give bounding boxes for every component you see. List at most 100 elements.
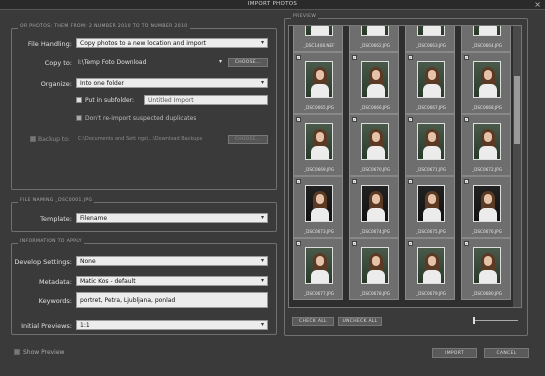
cancel-button[interactable]: CANCEL (484, 348, 529, 358)
choose-backup-button[interactable]: CHOOSE... (228, 135, 268, 144)
thumbnail-cell[interactable]: ✓ _DSC0668.JPG (461, 52, 511, 114)
close-icon[interactable]: × (534, 0, 541, 9)
thumbnail-cell[interactable]: _DSC1408.NEF (293, 26, 343, 52)
information-panel-title: INFORMATION TO APPLY (18, 239, 84, 244)
template-select[interactable]: Filename (76, 213, 268, 223)
check-all-button[interactable]: CHECK ALL (292, 317, 334, 326)
thumbnail-image (361, 185, 389, 222)
thumbnail-checkbox[interactable]: ✓ (408, 117, 413, 122)
thumbnail-image (473, 61, 501, 98)
backup-label: Backup to: (38, 136, 70, 143)
title-bar: IMPORT PHOTOS × (0, 0, 545, 10)
file-handling-label: File Handling: (27, 40, 72, 48)
thumbnail-cell[interactable]: ✓ _DSC0679.JPG (405, 238, 455, 300)
import-button[interactable]: IMPORT (432, 348, 477, 358)
thumbnail-checkbox[interactable]: ✓ (464, 117, 469, 122)
uncheck-all-button[interactable]: UNCHECK ALL (338, 317, 382, 326)
window-title: IMPORT PHOTOS (247, 1, 298, 7)
organize-select[interactable]: Into one folder (76, 78, 268, 88)
develop-settings-select[interactable]: None (76, 256, 268, 266)
thumbnail-checkbox[interactable]: ✓ (352, 179, 357, 184)
thumbnail-size-slider[interactable] (473, 317, 518, 324)
dont-reimport-checkbox[interactable] (76, 115, 82, 121)
thumbnail-checkbox[interactable]: ✓ (296, 55, 301, 60)
thumbnail-image (361, 247, 389, 284)
thumbnail-filename: _DSC0680.JPG (472, 291, 502, 296)
preview-scrollbar[interactable] (513, 26, 521, 307)
thumbnail-checkbox[interactable]: ✓ (352, 55, 357, 60)
thumbnail-filename: _DSC0674.JPG (360, 229, 390, 234)
thumbnail-checkbox[interactable]: ✓ (464, 179, 469, 184)
thumbnail-checkbox[interactable]: ✓ (352, 117, 357, 122)
preview-grid-viewport: _DSC1408.NEF✓_DSC0662.JPG✓_DSC0663.JPG✓_… (288, 25, 522, 308)
thumbnail-image (305, 61, 333, 98)
thumbnail-checkbox[interactable]: ✓ (352, 241, 357, 246)
thumbnail-filename: _DSC0673.JPG (304, 229, 334, 234)
subfolder-checkbox[interactable] (76, 97, 82, 103)
thumbnail-image (473, 247, 501, 284)
thumbnail-checkbox[interactable]: ✓ (464, 241, 469, 246)
thumbnail-cell[interactable]: ✓_DSC0664.JPG (461, 26, 511, 52)
thumbnail-cell[interactable]: ✓ _DSC0673.JPG (293, 176, 343, 238)
copy-to-path: I:\Temp Foto Download (78, 59, 147, 66)
thumbnail-filename: _DSC0669.JPG (304, 167, 334, 172)
thumbnail-cell[interactable]: ✓_DSC0662.JPG (349, 26, 399, 52)
preview-panel-title: PREVIEW (291, 14, 319, 19)
thumbnail-cell[interactable]: ✓ _DSC0680.JPG (461, 238, 511, 300)
thumbnail-image (473, 123, 501, 160)
thumbnail-cell[interactable]: ✓ _DSC0671.JPG (405, 114, 455, 176)
template-label: Template: (40, 215, 72, 223)
thumbnail-cell[interactable]: ✓ _DSC0677.JPG (293, 238, 343, 300)
thumbnail-cell[interactable]: ✓ _DSC0669.JPG (293, 114, 343, 176)
thumbnail-filename: _DSC0667.JPG (416, 105, 446, 110)
thumbnail-checkbox[interactable]: ✓ (296, 241, 301, 246)
dont-reimport-label: Don't re-import suspected duplicates (85, 115, 197, 122)
show-preview-checkbox[interactable] (14, 349, 20, 355)
thumbnail-checkbox[interactable]: ✓ (408, 241, 413, 246)
preview-scrollbar-thumb[interactable] (514, 76, 520, 144)
file-handling-select[interactable]: Copy photos to a new location and import (76, 38, 268, 48)
initial-previews-select[interactable]: 1:1 (76, 320, 268, 330)
thumbnail-cell[interactable]: ✓ _DSC0678.JPG (349, 238, 399, 300)
keywords-input[interactable]: portret, Petra, Ljubljana, ponlad (76, 292, 268, 308)
thumbnail-size-slider-knob[interactable] (473, 317, 475, 324)
thumbnail-image (473, 26, 501, 36)
thumbnail-cell[interactable]: ✓_DSC0663.JPG (405, 26, 455, 52)
thumbnail-filename: _DSC0677.JPG (304, 291, 334, 296)
thumbnail-filename: _DSC0664.JPG (472, 43, 502, 48)
thumbnail-image (305, 185, 333, 222)
thumbnail-filename: _DSC0671.JPG (416, 167, 446, 172)
thumbnail-cell[interactable]: ✓ _DSC0676.JPG (461, 176, 511, 238)
thumbnail-cell[interactable]: ✓ _DSC0672.JPG (461, 114, 511, 176)
thumbnail-cell[interactable]: ✓ _DSC0667.JPG (405, 52, 455, 114)
metadata-select[interactable]: Matic Kos - default (76, 276, 268, 286)
keywords-label: Keywords: (38, 297, 72, 305)
thumbnail-image (473, 185, 501, 222)
thumbnail-checkbox[interactable]: ✓ (464, 55, 469, 60)
thumbnail-filename: _DSC0663.JPG (416, 43, 446, 48)
destination-panel-title: OR PHOTOS: THEM FROM: 2 NUMBER 2010 TO T… (18, 24, 190, 29)
thumbnail-cell[interactable]: ✓ _DSC0665.JPG (293, 52, 343, 114)
copy-to-dropdown-icon[interactable]: ▾ (219, 58, 222, 65)
subfolder-label: Put in subfolder: (85, 97, 135, 104)
thumbnail-filename: _DSC0668.JPG (472, 105, 502, 110)
develop-settings-label: Develop Settings: (14, 258, 72, 266)
thumbnail-filename: _DSC0666.JPG (360, 105, 390, 110)
initial-previews-label: Initial Previews: (21, 322, 72, 330)
thumbnail-checkbox[interactable]: ✓ (408, 55, 413, 60)
backup-path: C:\Documents and Sett ngs\...\Download B… (78, 136, 203, 142)
thumbnail-cell[interactable]: ✓ _DSC0666.JPG (349, 52, 399, 114)
thumbnail-cell[interactable]: ✓ _DSC0674.JPG (349, 176, 399, 238)
metadata-label: Metadata: (39, 278, 72, 286)
thumbnail-cell[interactable]: ✓ _DSC0670.JPG (349, 114, 399, 176)
choose-destination-button[interactable]: CHOOSE... (228, 58, 268, 67)
thumbnail-checkbox[interactable]: ✓ (296, 179, 301, 184)
subfolder-input[interactable]: Untitled Import (144, 95, 268, 105)
thumbnail-filename: _DSC0670.JPG (360, 167, 390, 172)
thumbnail-cell[interactable]: ✓ _DSC0675.JPG (405, 176, 455, 238)
backup-checkbox[interactable] (30, 136, 36, 142)
thumbnail-checkbox[interactable]: ✓ (296, 117, 301, 122)
thumbnail-image (361, 123, 389, 160)
thumbnail-checkbox[interactable]: ✓ (408, 179, 413, 184)
thumbnail-image (305, 123, 333, 160)
